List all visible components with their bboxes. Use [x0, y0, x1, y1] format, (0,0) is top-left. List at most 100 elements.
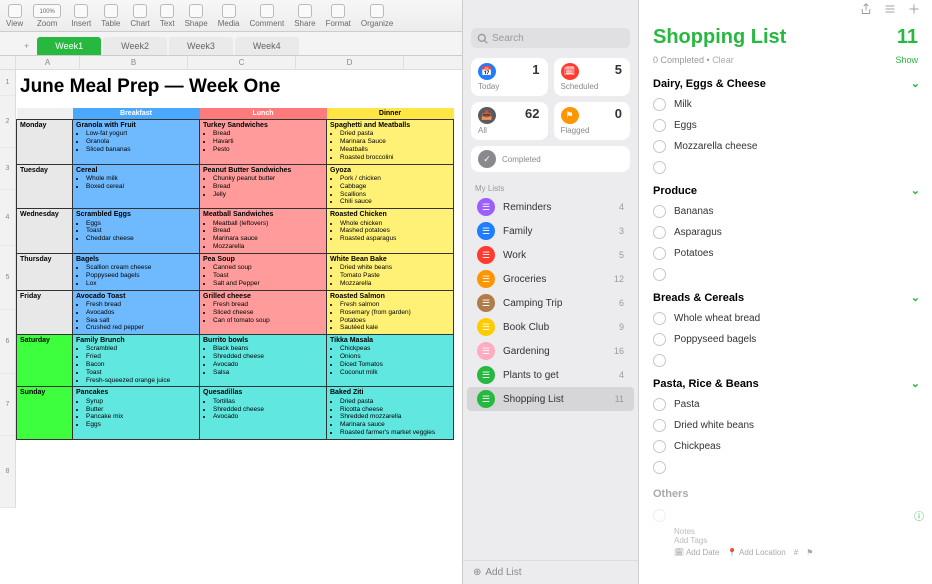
reminder-item[interactable]: Pasta [653, 394, 924, 415]
checkbox[interactable] [653, 268, 666, 281]
reminder-item[interactable]: Bananas [653, 201, 924, 222]
reminder-item[interactable]: Chickpeas [653, 436, 924, 457]
meal-cell[interactable]: Meatball SandwichesMeatball (leftovers)B… [200, 209, 327, 254]
day-name[interactable]: Saturday [17, 335, 73, 387]
row-6[interactable]: 6 [0, 310, 15, 374]
empty-item[interactable] [653, 157, 924, 178]
checkbox[interactable] [653, 247, 666, 260]
checkbox[interactable] [653, 440, 666, 453]
meal-cell[interactable]: White Bean BakeDried white beansTomato P… [327, 253, 454, 290]
share-icon[interactable] [860, 2, 872, 20]
tool-organize[interactable]: Organize [361, 4, 393, 28]
checkbox[interactable] [653, 226, 666, 239]
day-name[interactable]: Friday [17, 290, 73, 335]
meal-cell[interactable]: Family BrunchScrambledFriedBaconToastFre… [73, 335, 200, 387]
tool-media[interactable]: Media [218, 4, 240, 28]
search-input[interactable]: Search [471, 28, 630, 48]
day-name[interactable]: Wednesday [17, 209, 73, 254]
tool-format[interactable]: Format [326, 4, 351, 28]
reminder-item[interactable]: Mozzarella cheese [653, 136, 924, 157]
meal-cell[interactable]: CerealWhole milkBoxed cereal [73, 164, 200, 209]
row-8[interactable]: 8 [0, 436, 15, 508]
checkbox[interactable] [653, 333, 666, 346]
checkbox[interactable] [653, 98, 666, 111]
flag-button[interactable]: ⚑ [806, 548, 813, 557]
list-item-groceries[interactable]: ☰Groceries12 [467, 267, 634, 291]
section-others[interactable]: Others [653, 478, 924, 504]
notes-field[interactable]: Notes [653, 527, 924, 536]
day-name[interactable]: Sunday [17, 387, 73, 439]
day-name[interactable]: Thursday [17, 253, 73, 290]
reminder-item[interactable]: Eggs [653, 115, 924, 136]
checkbox[interactable] [653, 140, 666, 153]
tab-week1[interactable]: Week1 [37, 37, 101, 55]
col-B[interactable]: B [80, 56, 188, 69]
tool-zoom[interactable]: 100%Zoom [33, 4, 61, 28]
meal-cell[interactable]: Granola with FruitLow-fat yogurtGranolaS… [73, 120, 200, 165]
list-item-gardening[interactable]: ☰Gardening16 [467, 339, 634, 363]
smart-scheduled[interactable]: 🗓5Scheduled [554, 58, 631, 96]
empty-item[interactable] [653, 350, 924, 371]
meal-cell[interactable]: Tikka MasalaChickpeasOnionsDiced Tomatos… [327, 335, 454, 387]
tag-button[interactable]: # [794, 548, 798, 557]
row-2[interactable]: 2 [0, 96, 15, 148]
tool-text[interactable]: Text [160, 4, 175, 28]
tags-field[interactable]: Add Tags [653, 536, 924, 545]
reminder-item[interactable]: Poppyseed bagels [653, 329, 924, 350]
add-location-button[interactable]: 📍 Add Location [727, 548, 785, 557]
meal-cell[interactable]: Spaghetti and MeatballsDried pastaMarina… [327, 120, 454, 165]
tool-view[interactable]: View [6, 4, 23, 28]
meal-cell[interactable]: PancakesSyrupButterPancake mixEggs [73, 387, 200, 439]
clear-button[interactable]: Clear [712, 55, 734, 65]
tool-share[interactable]: Share [294, 4, 315, 28]
add-list-button[interactable]: ⊕ Add List [463, 560, 638, 584]
empty-item[interactable] [653, 457, 924, 478]
checkbox[interactable] [653, 312, 666, 325]
col-A[interactable]: A [16, 56, 80, 69]
smart-flagged[interactable]: ⚑0Flagged [554, 102, 631, 140]
tab-week3[interactable]: Week3 [169, 37, 233, 55]
row-4[interactable]: 4 [0, 190, 15, 246]
day-name[interactable]: Tuesday [17, 164, 73, 209]
row-1[interactable]: 1 [0, 70, 15, 96]
list-item-plants-to-get[interactable]: ☰Plants to get4 [467, 363, 634, 387]
reminder-item[interactable]: Milk [653, 94, 924, 115]
tab-week4[interactable]: Week4 [235, 37, 299, 55]
smart-today[interactable]: 📅1Today [471, 58, 548, 96]
list-item-reminders[interactable]: ☰Reminders4 [467, 195, 634, 219]
tool-comment[interactable]: Comment [250, 4, 285, 28]
meal-cell[interactable]: Burrito bowlsBlack beansShredded cheeseA… [200, 335, 327, 387]
list-item-book-club[interactable]: ☰Book Club9 [467, 315, 634, 339]
meal-cell[interactable]: GyozaPork / chickenCabbageScallionsChili… [327, 164, 454, 209]
meal-cell[interactable]: Pea SoupCanned soupToastSalt and Pepper [200, 253, 327, 290]
checkbox[interactable] [653, 398, 666, 411]
checkbox[interactable] [653, 461, 666, 474]
section-header[interactable]: Produce⌄ [653, 178, 924, 201]
meal-cell[interactable]: Peanut Butter SandwichesChunky peanut bu… [200, 164, 327, 209]
section-header[interactable]: Pasta, Rice & Beans⌄ [653, 371, 924, 394]
info-icon[interactable]: ⓘ [914, 508, 924, 523]
checkbox[interactable] [653, 119, 666, 132]
list-item-camping-trip[interactable]: ☰Camping Trip6 [467, 291, 634, 315]
list-view-icon[interactable] [884, 2, 896, 20]
row-7[interactable]: 7 [0, 374, 15, 436]
add-date-button[interactable]: 🗓 Add Date [674, 548, 719, 557]
reminder-item[interactable]: Asparagus [653, 222, 924, 243]
list-item-work[interactable]: ☰Work5 [467, 243, 634, 267]
meal-cell[interactable]: Turkey SandwichesBreadHavartiPesto [200, 120, 327, 165]
tool-shape[interactable]: Shape [185, 4, 208, 28]
row-3[interactable]: 3 [0, 148, 15, 190]
smart-completed[interactable]: ✓Completed [471, 146, 630, 172]
day-name[interactable]: Monday [17, 120, 73, 165]
col-corner[interactable] [0, 56, 16, 69]
checkbox[interactable] [653, 205, 666, 218]
checkbox[interactable] [653, 161, 666, 174]
col-C[interactable]: C [188, 56, 296, 69]
add-reminder-icon[interactable] [908, 2, 920, 20]
add-sheet-button[interactable]: + [18, 37, 35, 55]
checkbox[interactable] [653, 509, 666, 522]
empty-item[interactable] [653, 264, 924, 285]
meal-cell[interactable]: Roasted SalmonFresh salmonRosemary (from… [327, 290, 454, 335]
meal-cell[interactable]: Scrambled EggsEggsToastCheddar cheese [73, 209, 200, 254]
col-D[interactable]: D [296, 56, 404, 69]
